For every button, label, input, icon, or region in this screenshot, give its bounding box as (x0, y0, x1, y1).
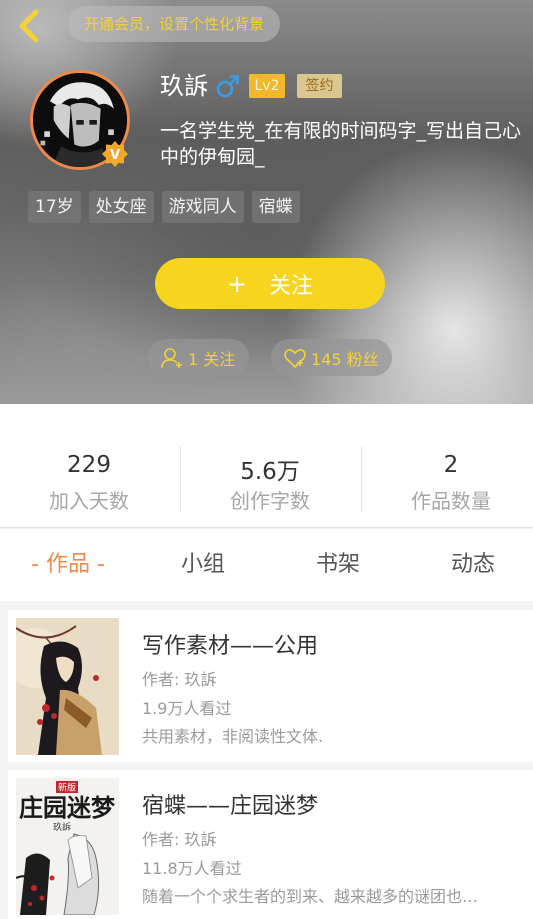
tag-list: 17岁 处女座 游戏同人 宿蝶 (28, 191, 300, 223)
stat-label: 加入天数 (49, 489, 129, 513)
plus-icon: + (226, 269, 248, 298)
tag-age: 17岁 (28, 191, 81, 223)
level-badge: Lv2 (249, 74, 285, 98)
tag-genre: 游戏同人 (161, 191, 244, 223)
work-cover-image (16, 618, 119, 755)
work-cover (16, 618, 119, 755)
stat-label: 作品数量 (411, 489, 491, 513)
fans-count-button[interactable]: 145 粉丝 (271, 339, 392, 376)
following-count-button[interactable]: 1 关注 (148, 339, 249, 376)
vip-banner-button[interactable]: 开通会员，设置个性化背景 (68, 6, 281, 42)
username: 玖訴 (160, 72, 208, 100)
heart-icon (284, 348, 306, 368)
profile-bio: 一名学生党_在有限的时间码字_写出自己心中的伊甸园_ (160, 120, 522, 168)
cover-author-text: 玖訴 (53, 821, 71, 833)
stats-row: 229 加入天数 5.6万 创作字数 2 作品数量 (0, 404, 533, 528)
following-count: 1 关注 (188, 349, 236, 369)
stats-divider (180, 446, 181, 512)
follow-label: 关注 (269, 273, 314, 299)
follow-button[interactable]: + 关注 (155, 258, 385, 309)
work-title: 写作素材——公用 (142, 634, 319, 659)
tab-works[interactable]: - 作品 - (0, 529, 136, 601)
tag-zodiac: 处女座 (88, 191, 154, 223)
stats-divider (361, 446, 362, 512)
back-button[interactable] (12, 6, 48, 46)
work-card[interactable]: 庄园迷梦 新版 玖訴 宿蝶——庄园迷梦 作者: 玖訴 11.8万人看过 随着一个… (8, 770, 533, 919)
work-views: 11.8万人看过 (142, 859, 242, 878)
work-cover-image: 庄园迷梦 新版 玖訴 (16, 778, 119, 915)
work-description: 共用素材，非阅读性文体. (142, 727, 324, 746)
tab-activity[interactable]: 动态 (406, 529, 533, 601)
signed-badge: 签约 (297, 74, 342, 98)
male-icon (216, 73, 240, 99)
stat-value: 229 (67, 452, 111, 478)
chevron-left-icon (19, 9, 39, 43)
work-cover: 庄园迷梦 新版 玖訴 (16, 778, 119, 915)
v-badge-icon: V (101, 140, 129, 168)
tab-groups[interactable]: 小组 (136, 529, 270, 601)
work-title: 宿蝶——庄园迷梦 (142, 794, 319, 819)
work-views: 1.9万人看过 (142, 699, 232, 718)
cover-title-text: 庄园迷梦 (19, 793, 116, 822)
profile-tabs: - 作品 - 小组 书架 动态 (0, 529, 533, 601)
cover-tag-text: 新版 (58, 782, 76, 794)
work-description: 随着一个个求生者的到来、越来越多的谜团也… (142, 887, 479, 906)
stat-value: 5.6万 (240, 459, 300, 485)
work-author: 作者: 玖訴 (142, 830, 217, 849)
work-author: 作者: 玖訴 (142, 670, 217, 689)
stat-label: 创作字数 (230, 489, 310, 513)
work-card[interactable]: 写作素材——公用 作者: 玖訴 1.9万人看过 共用素材，非阅读性文体. (8, 610, 533, 762)
tag-work: 宿蝶 (251, 191, 300, 223)
stat-value: 2 (443, 452, 459, 478)
svg-text:V: V (110, 148, 120, 163)
fans-count: 145 粉丝 (311, 349, 379, 369)
tab-bookshelf[interactable]: 书架 (270, 529, 406, 601)
profile-header: 开通会员，设置个性化背景 V 玖訴 Lv2 签约 一名学生党_在有限的时间码字_… (0, 0, 533, 404)
person-add-icon (161, 347, 182, 368)
